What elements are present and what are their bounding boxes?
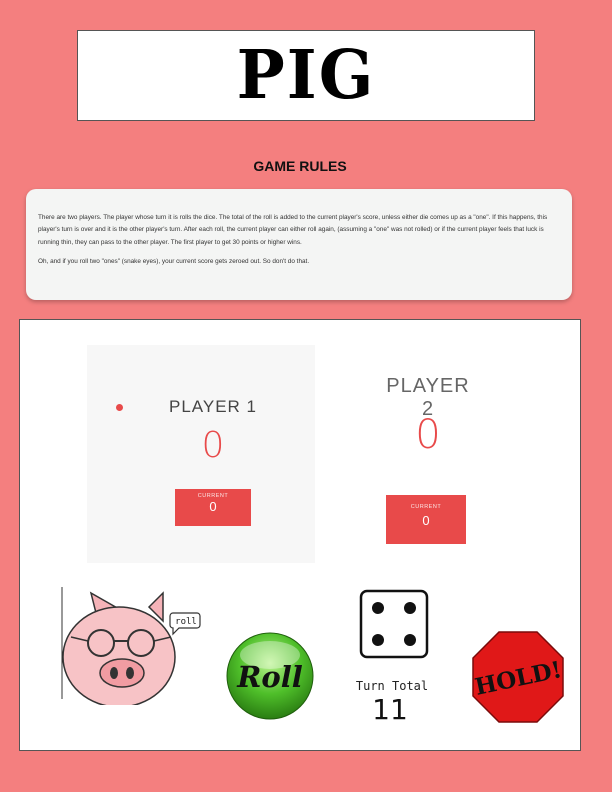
turn-total-label: Turn Total: [355, 679, 429, 693]
roll-button-label: Roll: [236, 660, 302, 694]
rules-heading: GAME RULES: [253, 158, 347, 174]
pig-speech-text: roll: [175, 617, 197, 627]
player-2-current-box: CURRENT 0: [386, 495, 466, 544]
die-four-icon: [359, 589, 429, 659]
turn-total-value: 11: [372, 693, 408, 726]
player-1-score: 0: [201, 425, 225, 466]
rules-paragraph: There are two players. The player whose …: [38, 214, 548, 246]
player-2-score: 0: [415, 412, 441, 458]
title-banner: PIG: [77, 30, 535, 121]
rules-card: There are two players. The player whose …: [26, 189, 572, 300]
current-label: CURRENT: [197, 493, 229, 499]
game-title: PIG: [236, 36, 376, 115]
player-2-current-score: 0: [422, 513, 430, 528]
player-1-current-score: 0: [209, 499, 217, 514]
player-1-current-box: CURRENT 0: [175, 489, 251, 526]
hold-button[interactable]: HOLD!: [471, 630, 565, 724]
pig-with-glasses-icon: roll: [61, 587, 201, 705]
roll-button[interactable]: Roll: [225, 631, 315, 721]
game-panel: PLAYER 1 0 CURRENT 0 PLAYER 2 0 CURRENT …: [19, 319, 581, 751]
player-1-name: PLAYER 1: [168, 397, 257, 416]
rules-paragraph: Oh, and if you roll two "ones" (snake ey…: [38, 258, 310, 266]
current-label: CURRENT: [410, 504, 442, 510]
player-1-panel: PLAYER 1 0 CURRENT 0: [87, 345, 315, 563]
